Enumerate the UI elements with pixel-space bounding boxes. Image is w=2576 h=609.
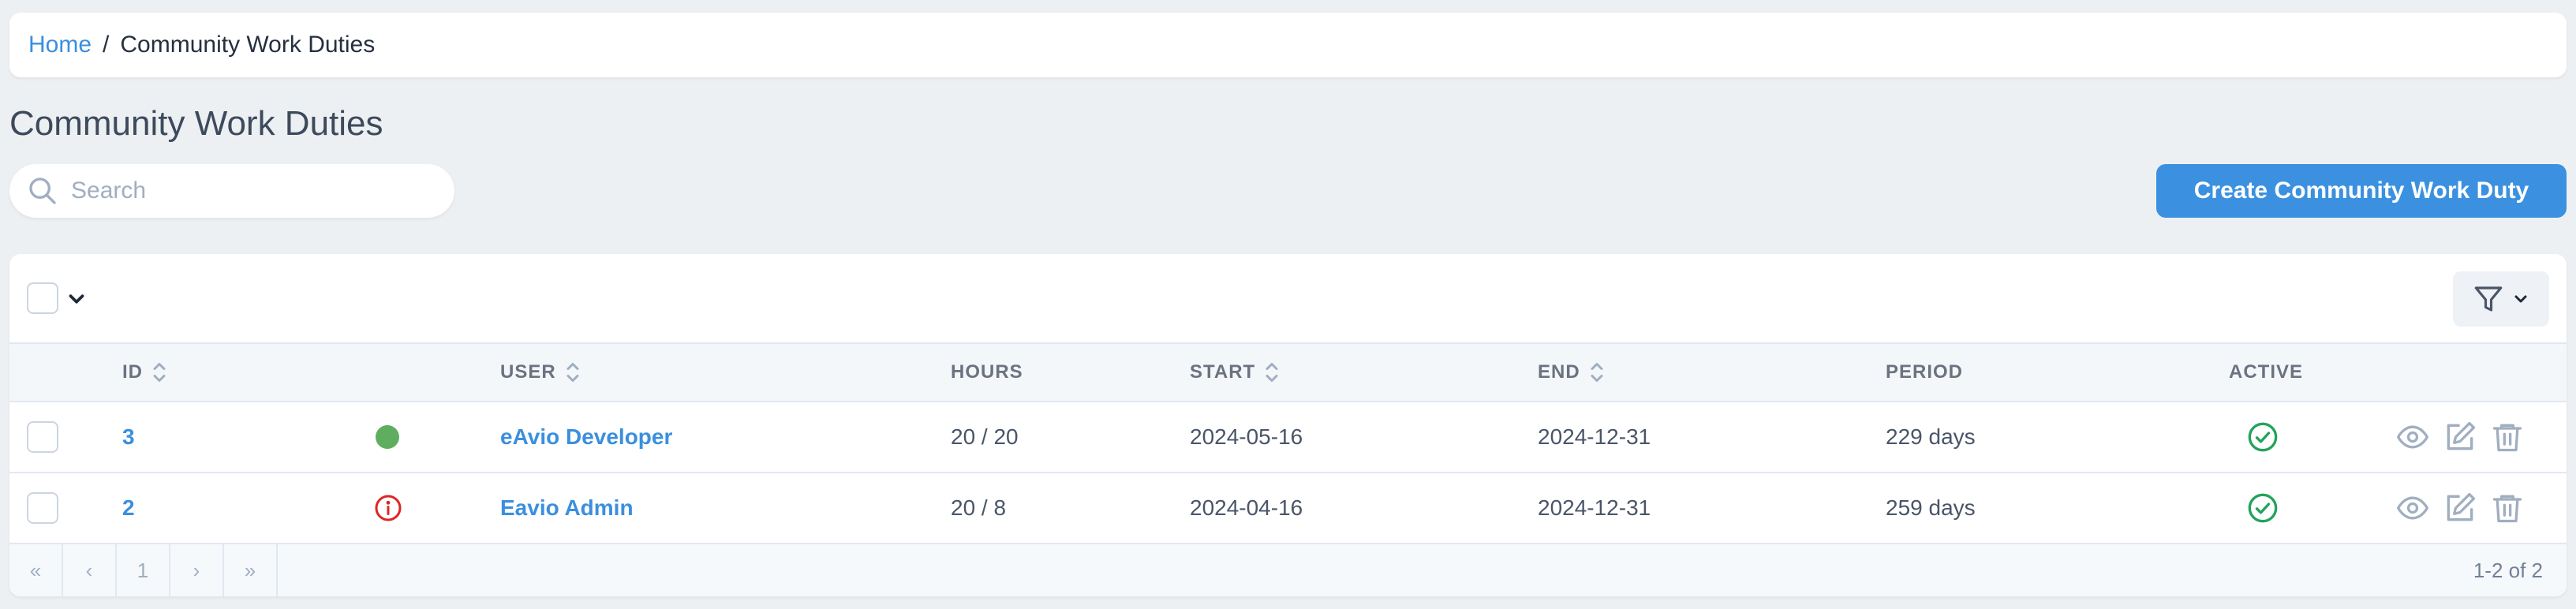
column-label: END — [1538, 361, 1580, 383]
page-title: Community Work Duties — [9, 104, 383, 143]
chevron-down-icon[interactable] — [65, 287, 88, 311]
column-header-user[interactable]: USER — [500, 344, 580, 401]
first-page-button[interactable]: « — [9, 544, 63, 596]
column-header-start[interactable]: START — [1190, 344, 1279, 401]
status-dot-icon — [374, 402, 401, 472]
row-actions — [2395, 473, 2525, 543]
row-end: 2024-12-31 — [1538, 495, 1651, 520]
sort-icon[interactable] — [566, 361, 580, 384]
column-label: ACTIVE — [2229, 361, 2304, 383]
last-page-button[interactable]: » — [224, 544, 278, 596]
row-period: 259 days — [1886, 495, 1976, 520]
data-table-card: ID USER HOURS START END PERIOD ACTIVE 3 — [9, 254, 2567, 596]
column-label: PERIOD — [1886, 361, 1964, 383]
sort-icon[interactable] — [1590, 361, 1604, 384]
table-toolbar — [9, 254, 2567, 342]
page-number-button[interactable]: 1 — [117, 544, 170, 596]
row-user-link[interactable]: eAvio Developer — [500, 402, 672, 472]
row-period: 229 days — [1886, 424, 1976, 449]
next-page-button[interactable]: › — [170, 544, 224, 596]
search-box — [9, 164, 454, 218]
column-header-period: PERIOD — [1886, 344, 1963, 401]
row-hours: 20 / 8 — [951, 495, 1007, 520]
row-checkbox[interactable] — [27, 421, 58, 453]
pagination: « ‹ 1 › » — [9, 544, 278, 596]
row-end: 2024-12-31 — [1538, 424, 1651, 449]
column-label: START — [1190, 361, 1256, 383]
row-id-link[interactable]: 2 — [122, 473, 135, 543]
table-footer: « ‹ 1 › » 1-2 of 2 — [9, 544, 2567, 596]
select-all-checkbox[interactable] — [27, 282, 58, 314]
warning-info-icon — [374, 473, 402, 543]
edit-icon[interactable] — [2443, 420, 2477, 454]
search-input[interactable] — [71, 177, 442, 204]
trash-icon[interactable] — [2490, 491, 2525, 525]
row-hours: 20 / 20 — [951, 424, 1019, 449]
table-row: 2 Eavio Admin 20 / 8 2024-04-16 2024-12-… — [9, 473, 2567, 544]
eye-icon[interactable] — [2395, 491, 2430, 525]
trash-icon[interactable] — [2490, 420, 2525, 454]
prev-page-button[interactable]: ‹ — [63, 544, 117, 596]
column-header-end[interactable]: END — [1538, 344, 1604, 401]
table-row: 3 eAvio Developer 20 / 20 2024-05-16 202… — [9, 402, 2567, 473]
chevron-down-icon — [2514, 295, 2527, 303]
check-circle-icon — [2247, 402, 2279, 472]
sort-icon[interactable] — [152, 361, 166, 384]
row-start: 2024-04-16 — [1190, 495, 1303, 520]
sort-icon[interactable] — [1265, 361, 1279, 384]
column-header-active: ACTIVE — [2229, 344, 2303, 401]
column-label: USER — [500, 361, 556, 383]
filter-button[interactable] — [2453, 271, 2549, 327]
breadcrumb-current: Community Work Duties — [120, 32, 376, 58]
column-header-hours: HOURS — [951, 344, 1023, 401]
row-user-link[interactable]: Eavio Admin — [500, 473, 634, 543]
eye-icon[interactable] — [2395, 420, 2430, 454]
column-header-id[interactable]: ID — [122, 344, 166, 401]
row-id-link[interactable]: 3 — [122, 402, 135, 472]
filter-icon — [2474, 286, 2503, 312]
breadcrumb: Home / Community Work Duties — [9, 13, 2567, 77]
check-circle-icon — [2247, 473, 2279, 543]
table-header: ID USER HOURS START END PERIOD ACTIVE — [9, 342, 2567, 402]
row-checkbox[interactable] — [27, 492, 58, 524]
edit-icon[interactable] — [2443, 491, 2477, 525]
row-start: 2024-05-16 — [1190, 424, 1303, 449]
column-label: HOURS — [951, 361, 1023, 383]
column-label: ID — [122, 361, 143, 383]
create-community-work-duty-button[interactable]: Create Community Work Duty — [2156, 164, 2567, 218]
search-icon — [29, 177, 56, 204]
breadcrumb-home-link[interactable]: Home — [28, 32, 92, 58]
row-actions — [2395, 402, 2525, 472]
breadcrumb-separator: / — [103, 32, 110, 58]
pagination-range: 1-2 of 2 — [2473, 558, 2543, 582]
